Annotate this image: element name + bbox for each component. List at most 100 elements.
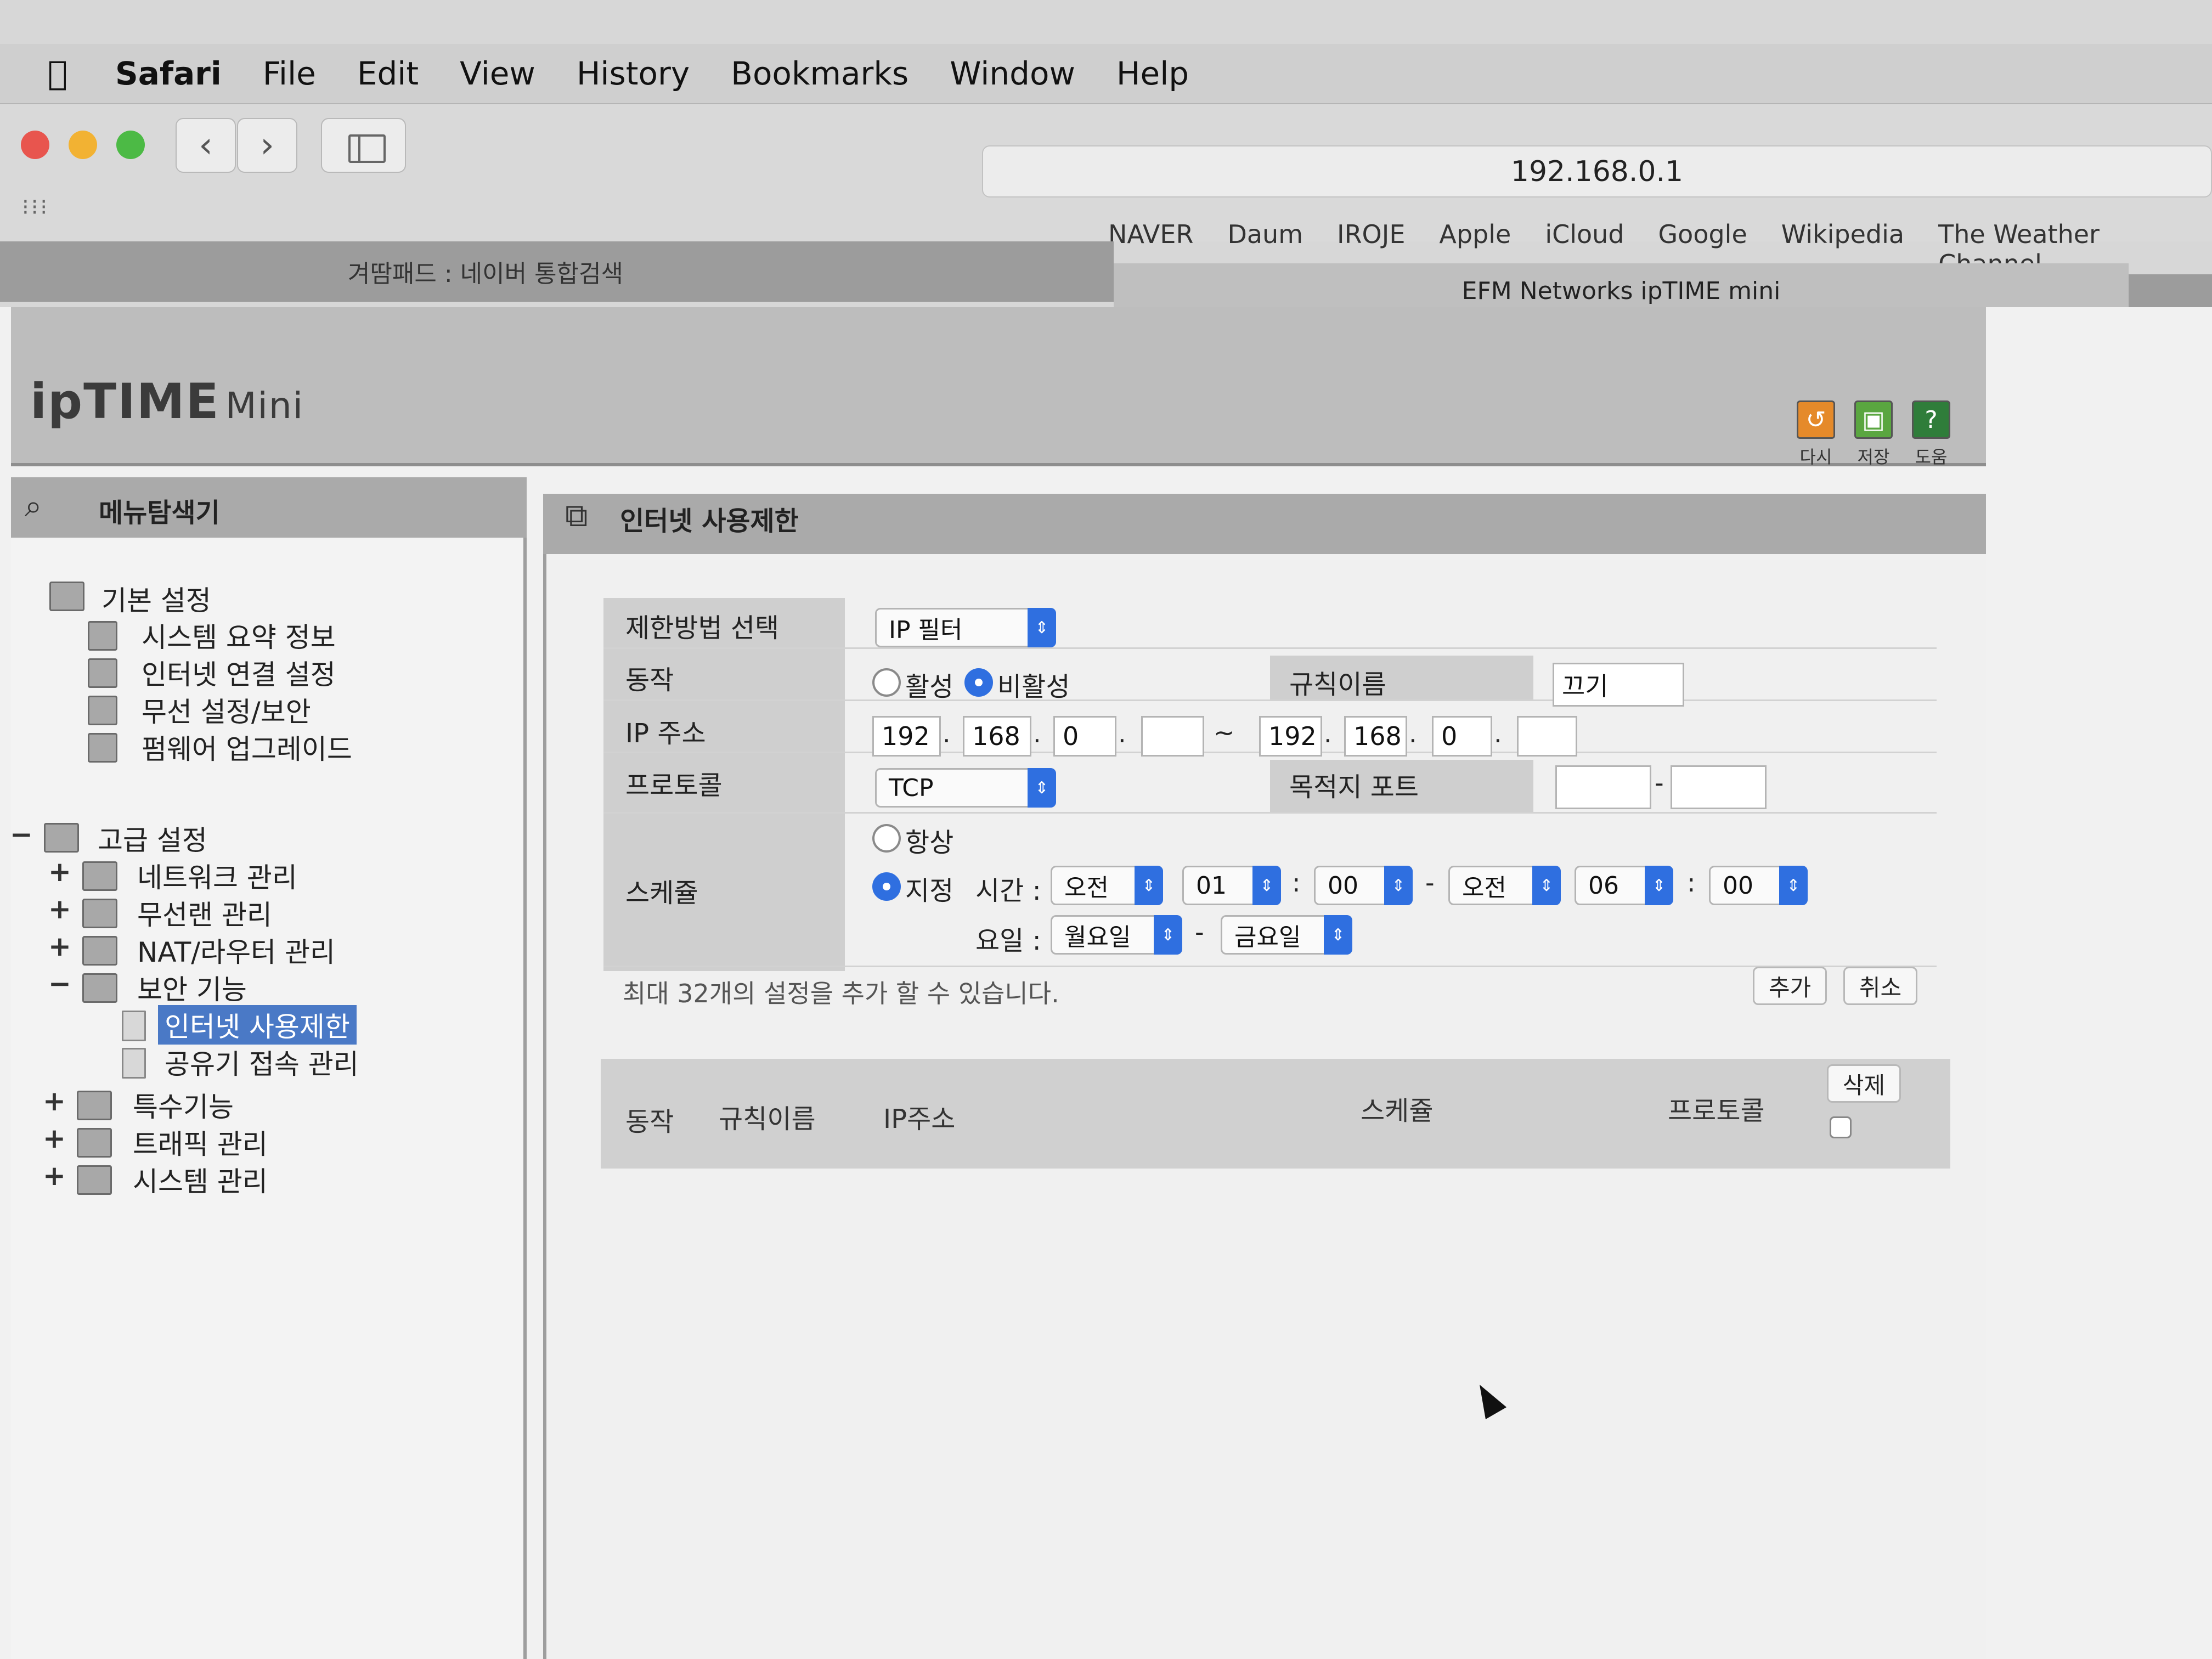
tab-naver-search[interactable]: 겨땀패드 : 네이버 통합검색: [0, 241, 1114, 302]
favorite-icloud[interactable]: iCloud: [1545, 219, 1624, 258]
expand-icon[interactable]: +: [48, 856, 71, 888]
favorite-naver[interactable]: NAVER: [1108, 219, 1193, 258]
expand-icon[interactable]: +: [43, 1160, 66, 1192]
menu-help[interactable]: Help: [1116, 55, 1189, 92]
tree-internet-restriction[interactable]: 인터넷 사용제한: [158, 1005, 357, 1045]
ip-to-octet-1[interactable]: 192: [1259, 716, 1322, 757]
select-arrows-icon: ⇕: [1154, 915, 1182, 955]
favorite-wikipedia[interactable]: Wikipedia: [1781, 219, 1904, 258]
start-min-select[interactable]: 00 ⇕: [1314, 866, 1413, 905]
save-icon[interactable]: ▣: [1854, 400, 1893, 439]
collapse-icon[interactable]: −: [48, 968, 71, 1000]
favorite-google[interactable]: Google: [1658, 219, 1747, 258]
ip-from-octet-3[interactable]: 0: [1053, 716, 1116, 757]
menu-history[interactable]: History: [577, 55, 690, 92]
close-window-button[interactable]: [21, 131, 49, 159]
end-hour-select[interactable]: 06 ⇕: [1575, 866, 1673, 905]
cancel-button[interactable]: 취소: [1843, 967, 1917, 1005]
tree-advanced-settings[interactable]: 고급 설정: [98, 819, 207, 858]
start-min-value: 00: [1328, 871, 1358, 900]
end-min-select[interactable]: 00 ⇕: [1709, 866, 1808, 905]
dest-port-from-input[interactable]: [1555, 765, 1651, 809]
menu-view[interactable]: View: [460, 55, 535, 92]
wireless-icon: [88, 696, 117, 725]
collapse-icon[interactable]: −: [10, 819, 33, 850]
menu-window[interactable]: Window: [950, 55, 1075, 92]
ip-from-octet-1[interactable]: 192: [872, 716, 941, 757]
menu-bar:  Safari File Edit View History Bookmark…: [0, 44, 2212, 104]
favorite-daum[interactable]: Daum: [1227, 219, 1303, 258]
schedule-always-radio[interactable]: [872, 824, 901, 853]
time-label: 시간 :: [975, 876, 1041, 906]
forward-button[interactable]: ›: [237, 118, 297, 173]
day-to-select[interactable]: 금요일 ⇕: [1221, 915, 1352, 955]
ip-to-octet-2[interactable]: 168: [1344, 716, 1407, 757]
expand-icon[interactable]: +: [43, 1122, 66, 1154]
start-ampm-select[interactable]: 오전 ⇕: [1051, 866, 1163, 905]
apple-icon[interactable]: : [38, 54, 77, 93]
select-all-checkbox[interactable]: [1830, 1116, 1852, 1138]
monitor-icon: [88, 658, 117, 688]
ip-to-octet-3[interactable]: 0: [1432, 716, 1492, 757]
tree-internet-connection[interactable]: 인터넷 연결 설정: [142, 653, 336, 692]
logo-sub: Mini: [225, 385, 304, 427]
dash-separator: -: [1425, 868, 1435, 898]
minimize-window-button[interactable]: [69, 131, 97, 159]
delete-button[interactable]: 삭제: [1827, 1064, 1901, 1103]
tree-special-features[interactable]: 특수기능: [133, 1085, 234, 1125]
divider: [603, 812, 1937, 814]
favorite-apple[interactable]: Apple: [1439, 219, 1511, 258]
tree-traffic-management[interactable]: 트래픽 관리: [133, 1122, 268, 1162]
menu-file[interactable]: File: [263, 55, 316, 92]
ip-from-octet-2[interactable]: 168: [963, 716, 1031, 757]
expand-icon[interactable]: +: [43, 1085, 66, 1117]
day-from-select[interactable]: 월요일 ⇕: [1051, 915, 1182, 955]
zoom-window-button[interactable]: [116, 131, 145, 159]
sidebar-icon: [348, 134, 386, 163]
menu-safari[interactable]: Safari: [115, 55, 222, 92]
start-hour-select[interactable]: 01 ⇕: [1182, 866, 1281, 905]
folder-icon: [44, 823, 79, 853]
select-arrows-icon: ⇕: [1135, 866, 1163, 905]
tree-firmware-upgrade[interactable]: 펌웨어 업그레이드: [142, 727, 352, 767]
tree-nat-router-management[interactable]: NAT/라우터 관리: [137, 930, 335, 970]
ip-to-octet-4[interactable]: [1517, 716, 1577, 757]
expand-icon[interactable]: +: [48, 930, 71, 962]
method-select[interactable]: IP 필터 ⇕: [875, 608, 1056, 647]
expand-icon[interactable]: +: [48, 893, 71, 925]
grid-icon[interactable]: ⁝⁝⁝: [22, 195, 66, 222]
day-label: 요일 :: [975, 926, 1041, 956]
tree-network-management[interactable]: 네트워크 관리: [137, 856, 297, 895]
sidebar-toggle-button[interactable]: [321, 118, 406, 173]
tree-router-access-management[interactable]: 공유기 접속 관리: [165, 1042, 359, 1082]
menu-bookmarks[interactable]: Bookmarks: [731, 55, 909, 92]
tree-wlan-management[interactable]: 무선랜 관리: [137, 893, 272, 933]
save-label: 저장: [1857, 447, 1890, 467]
help-icon[interactable]: ?: [1912, 400, 1950, 439]
dest-port-to-input[interactable]: [1671, 765, 1767, 809]
select-arrows-icon: ⇕: [1028, 768, 1056, 808]
tree-system-summary[interactable]: 시스템 요약 정보: [142, 616, 336, 655]
favorite-iroje[interactable]: IROJE: [1337, 219, 1405, 258]
schedule-custom-radio[interactable]: [872, 872, 901, 901]
colon-separator: :: [1687, 868, 1696, 898]
tree-basic-settings[interactable]: 기본 설정: [101, 579, 211, 618]
action-off-radio[interactable]: [964, 668, 993, 697]
add-button[interactable]: 추가: [1753, 967, 1827, 1005]
favorite-weather-channel[interactable]: The Weather Channel: [1938, 219, 2178, 279]
menu-edit[interactable]: Edit: [357, 55, 419, 92]
router-icon: [82, 936, 117, 966]
upgrade-icon: [88, 733, 117, 763]
address-bar[interactable]: 192.168.0.1: [982, 145, 2212, 198]
tree-system-management[interactable]: 시스템 관리: [133, 1160, 268, 1199]
rule-name-input[interactable]: 끄기: [1553, 663, 1684, 707]
method-label: 제한방법 선택: [625, 613, 780, 644]
back-button[interactable]: ‹: [176, 118, 236, 173]
tree-wireless-security[interactable]: 무선 설정/보안: [142, 690, 311, 730]
action-on-radio[interactable]: [872, 668, 901, 697]
protocol-select[interactable]: TCP ⇕: [875, 768, 1056, 808]
end-ampm-select[interactable]: 오전 ⇕: [1448, 866, 1561, 905]
ip-from-octet-4[interactable]: [1141, 716, 1204, 757]
tree-security-features[interactable]: 보안 기능: [137, 968, 247, 1007]
reload-icon[interactable]: ↺: [1797, 400, 1835, 439]
